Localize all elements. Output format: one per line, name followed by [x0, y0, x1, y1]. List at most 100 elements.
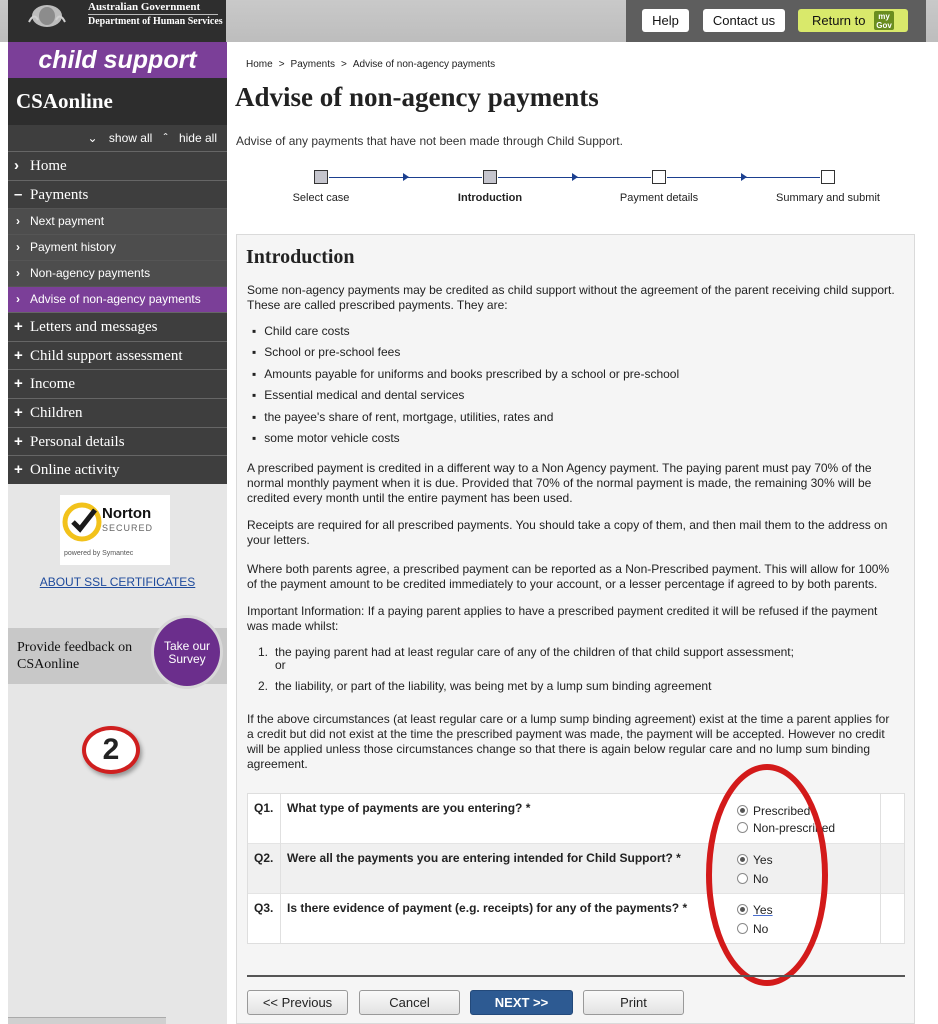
step-marker	[652, 170, 666, 184]
expand-icon: +	[14, 375, 23, 393]
sidebar-item-home[interactable]: › Home	[8, 151, 227, 180]
sidebar-item-label: Child support assessment	[30, 347, 183, 364]
expand-icon: +	[14, 461, 23, 479]
previous-button[interactable]: << Previous	[247, 990, 348, 1015]
cancel-button[interactable]: Cancel	[359, 990, 460, 1015]
condition-item: 2. the liability, or part of the liabili…	[258, 679, 712, 693]
breadcrumb-item[interactable]: Home	[246, 59, 273, 70]
sidebar-item-label: Payment history	[30, 240, 117, 255]
question-text: Were all the payments you are entering i…	[287, 851, 681, 865]
norton-seal[interactable]: Norton SECURED powered by Symantec	[60, 495, 170, 565]
feedback-text: Provide feedback on CSAonline	[17, 640, 133, 672]
list-item: Amounts payable for uniforms and books p…	[252, 367, 892, 388]
important-conditions-list: 1. the paying parent had at least regula…	[258, 646, 898, 693]
sidebar-item-online-activity[interactable]: + Online activity	[8, 455, 227, 484]
chevron-right-icon: ›	[16, 240, 20, 255]
sidebar-item-payment-history[interactable]: › Payment history	[8, 234, 227, 261]
department-name: Department of Human Services	[88, 16, 223, 27]
sidebar-item-label: Next payment	[30, 214, 105, 229]
sidebar-item-label: Payments	[30, 186, 89, 203]
annotation-number-badge: 2	[82, 726, 140, 774]
help-button[interactable]: Help	[642, 9, 689, 32]
column-divider	[880, 794, 881, 943]
sidebar-item-advise-of-non-agency-payments[interactable]: › Advise of non-agency payments	[8, 286, 227, 313]
sidebar-item-label: Personal details	[30, 433, 125, 450]
show-all-link[interactable]: ⌄ show all	[88, 131, 153, 145]
sidebar-item-letters-and-messages[interactable]: + Letters and messages	[8, 312, 227, 341]
sidebar-item-label: Income	[30, 376, 75, 393]
breadcrumb-separator: >	[278, 59, 285, 70]
annotation-circle	[706, 764, 828, 986]
mygov-icon: my Gov	[874, 11, 894, 30]
step-label: Introduction	[457, 192, 523, 204]
norton-check-icon	[62, 502, 102, 542]
norton-name: Norton	[102, 505, 152, 522]
list-item: the payee's share of rent, mortgage, uti…	[252, 410, 892, 431]
sidebar-item-label: Home	[30, 158, 67, 174]
introduction-heading: Introduction	[246, 246, 355, 268]
sidebar-item-label: Non-agency payments	[30, 266, 151, 281]
sidebar-item-income[interactable]: + Income	[8, 369, 227, 398]
chevron-right-icon: ›	[16, 214, 20, 229]
show-hide-controls: ⌄ show all ˆ hide all	[8, 125, 227, 151]
gov-name: Australian Government	[88, 1, 201, 13]
app-title: CSAonline	[8, 78, 227, 125]
step-arrow-icon	[741, 173, 747, 181]
ssl-certificates-link[interactable]: ABOUT SSL CERTIFICATES	[8, 575, 227, 589]
step-arrow-icon	[403, 173, 409, 181]
sidebar-item-personal-details[interactable]: + Personal details	[8, 426, 227, 456]
nav-items: › Home – Payments › Next payment › Payment hist…	[8, 151, 227, 484]
intro-paragraph-2: A prescribed payment is credited in a di…	[247, 461, 872, 505]
sidebar-item-label: Advise of non-agency payments	[30, 292, 201, 307]
sidebar-item-next-payment[interactable]: › Next payment	[8, 208, 227, 235]
expand-icon: +	[14, 346, 23, 364]
step-marker	[821, 170, 835, 184]
progress-steps: Select case Introduction Payment details Su…	[246, 168, 906, 208]
sidebar-item-children[interactable]: + Children	[8, 397, 227, 427]
print-button[interactable]: Print	[583, 990, 684, 1015]
expand-icon: +	[14, 403, 23, 421]
child-support-brand: child support	[8, 42, 227, 78]
form-divider	[247, 975, 905, 977]
column-divider	[280, 794, 281, 943]
intro-paragraph-6: If the above circumstances (at least reg…	[247, 712, 890, 771]
question-number: Q1.	[254, 801, 274, 815]
step-arrow-icon	[572, 173, 578, 181]
step-marker	[314, 170, 328, 184]
list-item: School or pre-school fees	[252, 345, 892, 366]
list-item: some motor vehicle costs	[252, 431, 892, 452]
contact-us-button[interactable]: Contact us	[703, 9, 785, 32]
question-number: Q2.	[254, 851, 274, 865]
norton-secured: SECURED	[102, 523, 154, 533]
prescribed-payments-list: Child care costsSchool or pre-school fee…	[252, 324, 892, 452]
status-strip	[8, 1017, 166, 1024]
step-label: Payment details	[619, 192, 699, 204]
intro-paragraph-3: Receipts are required for all prescribed…	[247, 518, 888, 547]
sidebar-item-label: Online activity	[30, 462, 120, 479]
breadcrumb: Home > Payments > Advise of non-agency payme…	[246, 59, 495, 70]
government-logo[interactable]: Australian Government Department of Huma…	[8, 0, 226, 42]
sidebar-item-non-agency-payments[interactable]: › Non-agency payments	[8, 260, 227, 287]
intro-paragraph-5: Important Information: If a paying paren…	[247, 604, 878, 633]
chevron-right-icon: ›	[16, 266, 20, 281]
hide-all-link[interactable]: ˆ hide all	[164, 131, 217, 145]
return-label: Return to	[812, 13, 866, 28]
list-item: Child care costs	[252, 324, 892, 345]
breadcrumb-separator: >	[341, 59, 347, 70]
step-label: Summary and submit	[776, 192, 880, 204]
breadcrumb-item: Advise of non-agency payments	[352, 59, 496, 70]
sidebar-item-label: Children	[30, 404, 83, 421]
expand-icon: +	[14, 432, 23, 450]
next-button[interactable]: NEXT >>	[470, 990, 573, 1015]
gov-divider	[88, 14, 218, 15]
page-subtitle: Advise of any payments that have not bee…	[236, 134, 623, 148]
breadcrumb-item[interactable]: Payments	[291, 59, 335, 70]
collapse-icon: –	[14, 185, 23, 203]
question-text: Is there evidence of payment (e.g. recei…	[287, 901, 688, 915]
sidebar-item-payments[interactable]: – Payments	[8, 179, 227, 209]
sidebar-item-child-support-assessment[interactable]: + Child support assessment	[8, 340, 227, 370]
sidebar-item-label: Letters and messages	[30, 319, 158, 336]
question-number: Q3.	[254, 901, 274, 915]
norton-powered-by: powered by Symantec	[64, 550, 134, 557]
take-survey-button[interactable]: Take our Survey	[151, 615, 223, 689]
